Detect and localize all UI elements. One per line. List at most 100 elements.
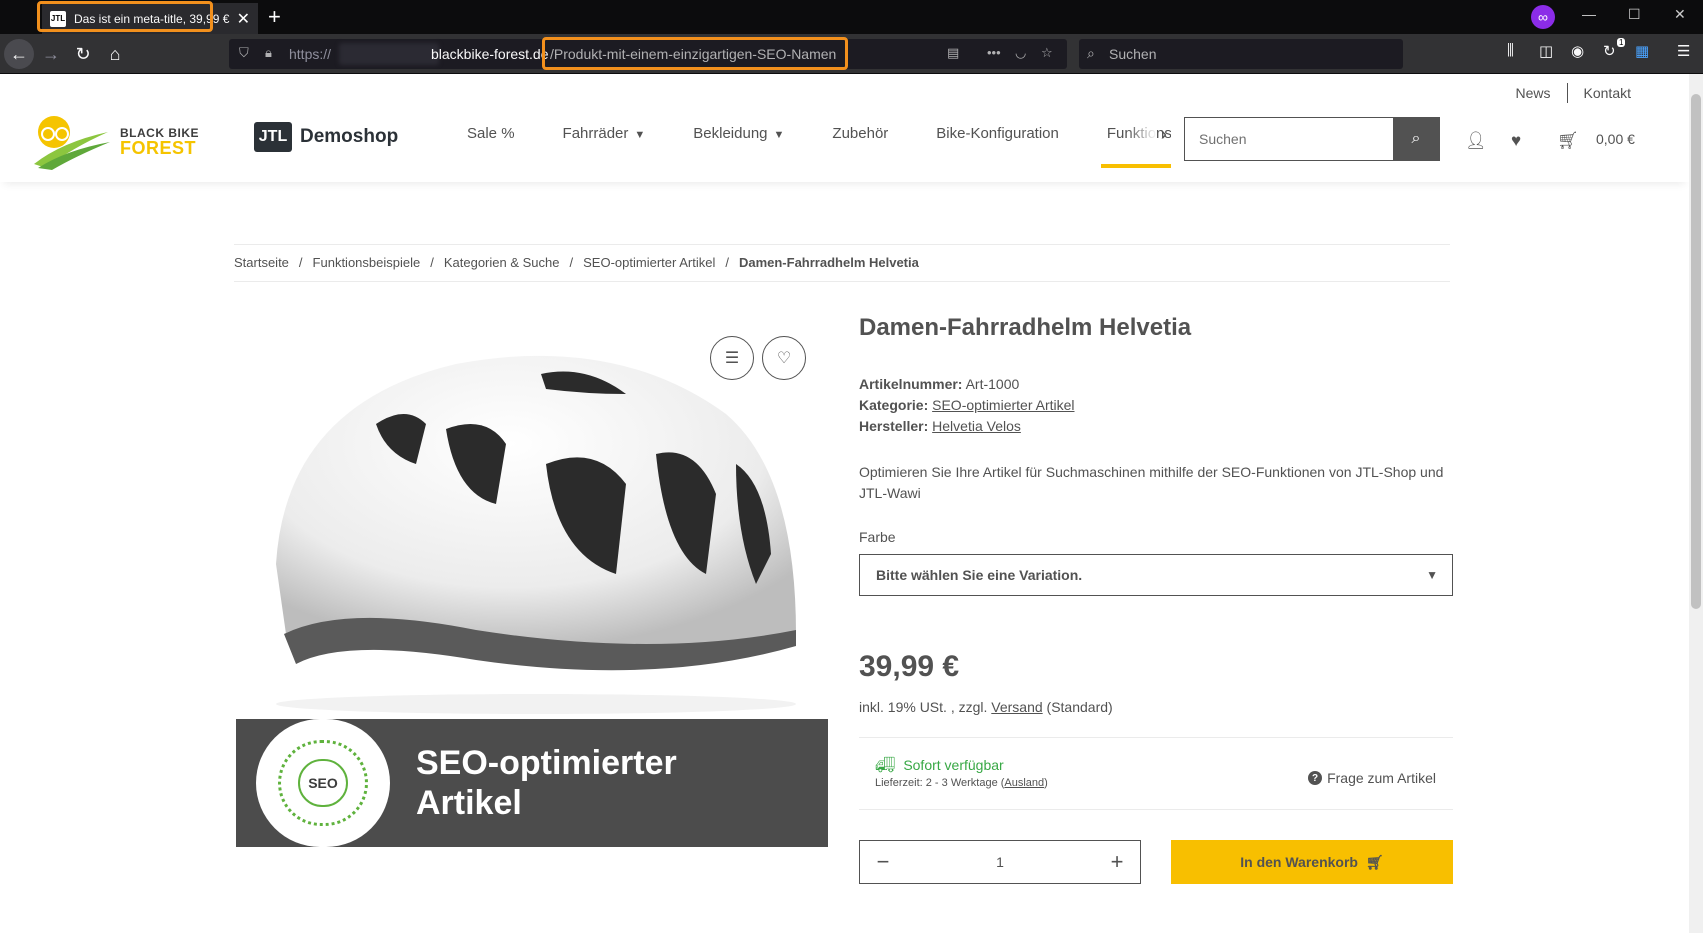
quantity-increase-button[interactable]: + (1094, 841, 1140, 883)
breadcrumb-item[interactable]: Funktionsbeispiele (313, 255, 421, 270)
nav-label: Bekleidung (693, 125, 768, 142)
maximize-icon[interactable]: ☐ (1628, 6, 1641, 23)
breadcrumb-item[interactable]: SEO-optimierter Artikel (583, 255, 715, 270)
breadcrumb-separator: / (298, 255, 303, 270)
seo-badge: SEO (298, 759, 348, 807)
seo-banner-text: SEO-optimierter Artikel (416, 743, 677, 823)
product-description: Optimieren Sie Ihre Artikel für Suchmasc… (859, 464, 1444, 501)
seo-banner-line2: Artikel (416, 784, 522, 822)
contact-link[interactable]: Kontakt (1568, 83, 1631, 103)
manufacturer-label: Hersteller: (859, 418, 929, 434)
category-label: Kategorie: (859, 397, 929, 413)
heart-outline-icon: ♡ (776, 350, 792, 367)
bookmark-star-icon[interactable]: ☆ (1041, 45, 1053, 61)
chevron-right-icon[interactable]: › (1161, 106, 1167, 162)
add-to-cart-button[interactable]: In den Warenkorb 🛒︎ (1171, 840, 1453, 884)
shipping-link[interactable]: Versand (991, 699, 1042, 715)
sku-value: Art-1000 (965, 376, 1020, 392)
question-icon: ? (1308, 771, 1323, 785)
shop-search-input[interactable]: Suchen (1185, 118, 1393, 160)
helmet-product-image[interactable] (256, 334, 816, 714)
nav-item-sale[interactable]: Sale % (443, 106, 539, 182)
abroad-link[interactable]: Ausland (1004, 777, 1044, 789)
nav-item-bekleidung[interactable]: Bekleidung ▼ (669, 106, 808, 182)
browser-search-bar[interactable]: ⌕ Suchen (1079, 39, 1403, 69)
wishlist-button[interactable]: ♡ (762, 336, 806, 380)
url-host: blackbike-forest.de (431, 46, 549, 62)
quantity-decrease-button[interactable]: − (860, 841, 906, 883)
web-page: News Kontakt BLACK BIKE FOREST JTL Demos… (0, 74, 1703, 933)
user-icon[interactable]: 👤︎ (1465, 131, 1487, 151)
brand-line2: FOREST (120, 138, 197, 158)
variation-placeholder: Bitte wählen Sie eine Variation. (876, 567, 1083, 583)
shield-icon[interactable]: ⛉ (239, 45, 249, 61)
page-scrollbar-thumb[interactable] (1691, 94, 1701, 609)
home-icon[interactable]: ⌂ (102, 41, 128, 67)
reader-view-icon[interactable]: ▤ (947, 45, 959, 61)
category-link[interactable]: SEO-optimierter Artikel (932, 397, 1074, 413)
shop-search: Suchen ⌕ (1184, 117, 1440, 161)
wishlist-heart-icon[interactable]: ♥ (1511, 131, 1521, 151)
downloads-icon[interactable]: ↻ (1603, 42, 1616, 60)
more-actions-icon[interactable]: ••• (987, 45, 1001, 60)
back-arrow-icon[interactable]: ← (4, 39, 34, 69)
forward-arrow-icon[interactable]: → (38, 41, 64, 67)
reload-icon[interactable]: ↻ (70, 41, 96, 67)
minimize-icon[interactable]: — (1582, 6, 1596, 22)
jtl-demoshop-logo[interactable]: JTL Demoshop (254, 122, 398, 152)
availability-text: Sofort verfügbar (903, 757, 1004, 773)
quantity-stepper: − 1 + (859, 840, 1141, 884)
browser-tab[interactable]: JTL Das ist ein meta-title, 39,99 € ✕ (42, 3, 258, 34)
breadcrumb-item[interactable]: Startseite (234, 255, 289, 270)
nav-item-fahrraeder[interactable]: Fahrräder ▼ (539, 106, 670, 182)
breadcrumb-separator: / (569, 255, 574, 270)
truck-icon: 🚚︎ (875, 757, 896, 774)
news-link[interactable]: News (1500, 83, 1568, 103)
browser-nav-bar: ← → ↻ ⌂ ⛉ 🔒︎ https:// blackbike-forest.d… (0, 34, 1703, 74)
breadcrumb-current: Damen-Fahrradhelm Helvetia (738, 255, 919, 270)
sidebar-icon[interactable]: ◫ (1539, 42, 1553, 60)
chevron-down-icon: ▼ (773, 129, 785, 141)
cart-icon[interactable]: 🛒︎ (1557, 131, 1579, 151)
breadcrumb-item[interactable]: Kategorien & Suche (444, 255, 560, 270)
quantity-input[interactable]: 1 (906, 854, 1094, 870)
cart-icon: 🛒︎ (1365, 853, 1384, 870)
tax-info: inkl. 19% USt. , zzgl. Versand (Standard… (859, 699, 1113, 715)
divider (859, 737, 1453, 738)
shop-search-button[interactable]: ⌕ (1393, 118, 1439, 160)
close-window-icon[interactable]: ✕ (1674, 6, 1686, 23)
manufacturer-link[interactable]: Helvetia Velos (932, 418, 1021, 434)
private-mask-icon[interactable]: ∞ (1531, 5, 1555, 29)
delivery-prefix: Lieferzeit: 2 - 3 Werktage ( (875, 777, 1005, 789)
jtl-mark: JTL (254, 122, 292, 152)
breadcrumb-separator: / (430, 255, 434, 270)
extension-grid-icon[interactable]: ▦ (1635, 42, 1649, 60)
nav-fade (1126, 106, 1157, 166)
shop-header: BLACK BIKE FOREST JTL Demoshop Sale % Fa… (0, 106, 1689, 182)
nav-item-bike-konfiguration[interactable]: Bike-Konfiguration (912, 106, 1083, 182)
nav-item-zubehoer[interactable]: Zubehör (808, 106, 912, 182)
library-icon[interactable]: ⫼ (1507, 42, 1514, 59)
search-icon: ⌕ (1411, 130, 1421, 147)
tax-prefix: inkl. 19% USt. , zzgl. (859, 699, 988, 715)
nav-label: Zubehör (832, 125, 889, 142)
compare-list-button[interactable]: ☰ (710, 336, 754, 380)
black-bike-forest-logo[interactable]: BLACK BIKE FOREST (32, 112, 202, 172)
lock-icon[interactable]: 🔒︎ (265, 45, 272, 61)
new-tab-icon[interactable]: + (268, 4, 281, 30)
account-icon[interactable]: ◉ (1571, 42, 1584, 60)
menu-icon[interactable]: ☰ (1677, 42, 1690, 60)
cart-total[interactable]: 0,00 € (1596, 131, 1635, 147)
breadcrumb-separator: / (725, 255, 729, 270)
pocket-icon[interactable]: ◡ (1015, 45, 1026, 61)
browser-search-placeholder: Suchen (1109, 46, 1157, 62)
question-about-product[interactable]: ? Frage zum Artikel (1308, 770, 1436, 786)
url-bar[interactable]: ⛉ 🔒︎ https:// blackbike-forest.de /Produ… (229, 39, 1067, 69)
nav-label: Bike-Konfiguration (936, 125, 1059, 142)
jtl-demoshop-name: Demoshop (300, 126, 399, 147)
nav-item-funktionsbeispiele[interactable]: Funktionsbeispiele › (1083, 106, 1171, 182)
close-tab-icon[interactable]: ✕ (237, 9, 250, 29)
variation-label: Farbe (859, 529, 896, 545)
variation-select[interactable]: Bitte wählen Sie eine Variation. ▼ (859, 554, 1453, 596)
top-navigation: News Kontakt (1500, 83, 1631, 103)
